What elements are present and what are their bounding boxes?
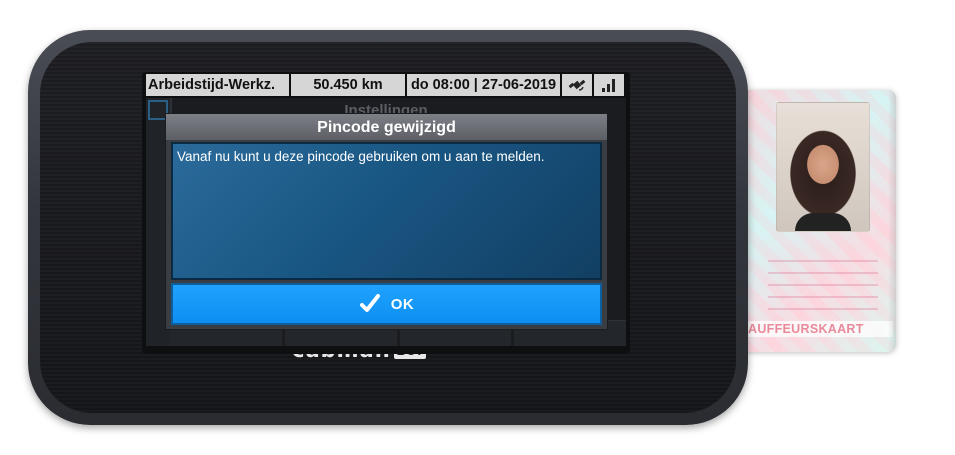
stage: AUFFEURSKAART cabman BCT Arbeidstijd-Wer… [0, 0, 955, 455]
dialog-title: Pincode gewijzigd [166, 114, 607, 140]
satellite-icon [568, 79, 586, 91]
odometer: 50.450 km [291, 74, 405, 96]
activity-status[interactable]: Arbeidstijd-Werkz. [146, 74, 289, 96]
driver-card-title: AUFFEURSKAART [746, 321, 893, 337]
gps-status [562, 74, 592, 96]
ok-button[interactable]: OK [171, 283, 602, 325]
signal-status [594, 74, 624, 96]
checkmark-icon [359, 294, 380, 312]
pincode-dialog: Pincode gewijzigd Vanaf nu kunt u deze p… [166, 114, 607, 329]
ok-button-label: OK [390, 295, 415, 313]
card-pattern [768, 260, 878, 320]
driver-photo [776, 102, 870, 232]
dialog-message: Vanaf nu kunt u deze pincode gebruiken o… [171, 142, 602, 280]
date-time: do 08:00 | 27-06-2019 [407, 74, 560, 96]
status-bar: Arbeidstijd-Werkz. 50.450 km do 08:00 | … [146, 74, 626, 96]
dialog-message-text: Vanaf nu kunt u deze pincode gebruiken o… [177, 149, 545, 164]
signal-bars-icon [602, 79, 615, 92]
